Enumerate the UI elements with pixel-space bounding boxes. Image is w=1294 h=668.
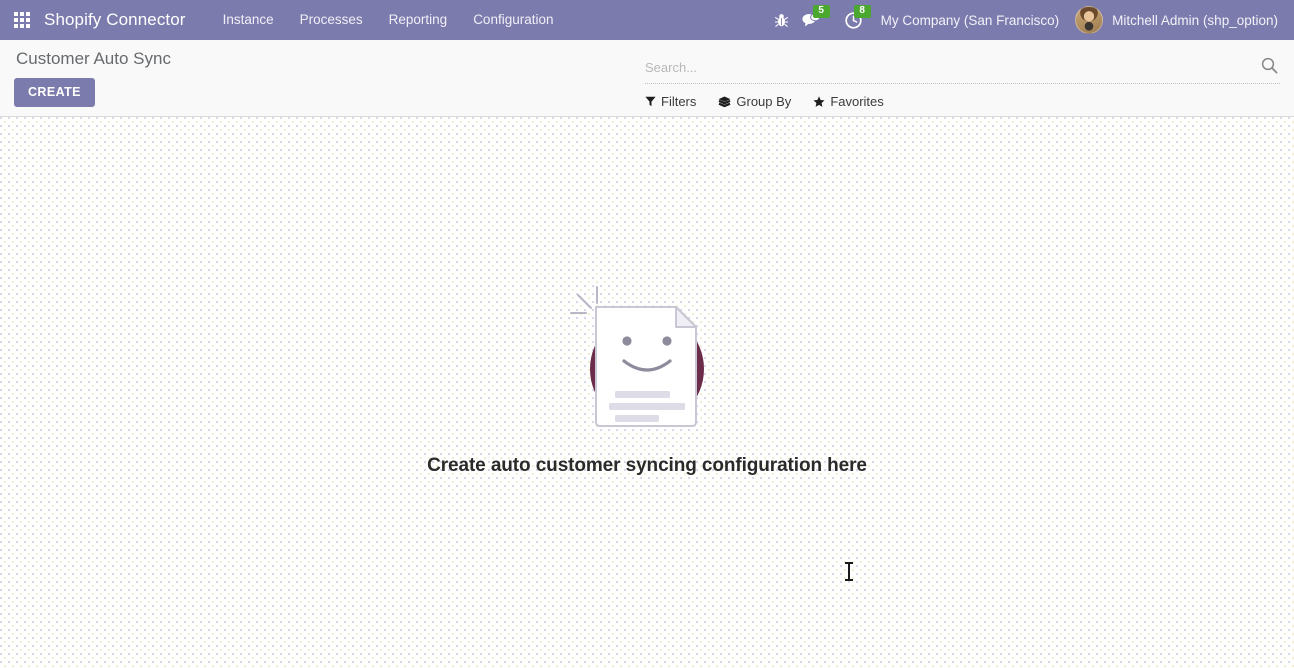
menu-item-processes[interactable]: Processes	[287, 0, 376, 40]
magnifier-icon	[1261, 57, 1278, 74]
nocontent-message: Create auto customer syncing configurati…	[427, 455, 867, 476]
menu-item-reporting[interactable]: Reporting	[376, 0, 461, 40]
search-options-row: Filters Group By Favorites	[645, 94, 1280, 109]
favorites-dropdown-button[interactable]: Favorites	[813, 94, 884, 109]
mouse-text-cursor	[845, 562, 853, 581]
search-input[interactable]	[645, 54, 1250, 81]
user-menu[interactable]: Mitchell Admin (shp_option)	[1071, 6, 1284, 34]
user-name-label: Mitchell Admin (shp_option)	[1112, 12, 1278, 28]
top-navbar: Shopify Connector Instance Processes Rep…	[0, 0, 1294, 40]
nocontent-helper: Create auto customer syncing configurati…	[0, 279, 1294, 477]
brand-title[interactable]: Shopify Connector	[44, 10, 192, 30]
create-button[interactable]: CREATE	[14, 78, 95, 107]
layers-icon	[718, 96, 731, 108]
navbar-right-area: 5 8 My Company (San Francisco) Mitchell …	[768, 0, 1294, 40]
star-icon	[813, 95, 825, 108]
menu-item-configuration[interactable]: Configuration	[460, 0, 566, 40]
filters-dropdown-button[interactable]: Filters	[645, 94, 696, 109]
main-content-area: Create auto customer syncing configurati…	[0, 117, 1294, 668]
search-view[interactable]	[645, 54, 1280, 84]
debug-menu-button[interactable]	[768, 0, 795, 40]
messages-count-badge: 5	[812, 5, 830, 18]
bug-icon	[774, 13, 788, 27]
control-panel: Customer Auto Sync CREATE Filters	[0, 40, 1294, 117]
funnel-icon	[645, 96, 656, 107]
menu-item-instance[interactable]: Instance	[210, 0, 287, 40]
control-panel-left: Customer Auto Sync CREATE	[14, 40, 171, 107]
groupby-label: Group By	[736, 94, 792, 109]
favorites-label: Favorites	[830, 94, 884, 109]
apps-menu-button[interactable]	[0, 0, 44, 40]
groupby-dropdown-button[interactable]: Group By	[718, 94, 791, 109]
page-title: Customer Auto Sync	[16, 49, 171, 68]
filters-label: Filters	[661, 94, 697, 109]
search-button[interactable]	[1261, 57, 1278, 79]
company-switcher[interactable]: My Company (San Francisco)	[869, 13, 1072, 28]
avatar	[1075, 6, 1104, 34]
activities-count-badge: 8	[853, 5, 871, 18]
control-panel-right: Filters Group By Favor	[645, 40, 1280, 109]
smiling-document-illustration	[560, 279, 735, 439]
activities-menu-button[interactable]: 8	[838, 0, 871, 40]
apps-grid-icon	[14, 12, 30, 28]
illustration-svg	[569, 286, 704, 427]
messages-menu-button[interactable]: 5	[795, 0, 830, 40]
